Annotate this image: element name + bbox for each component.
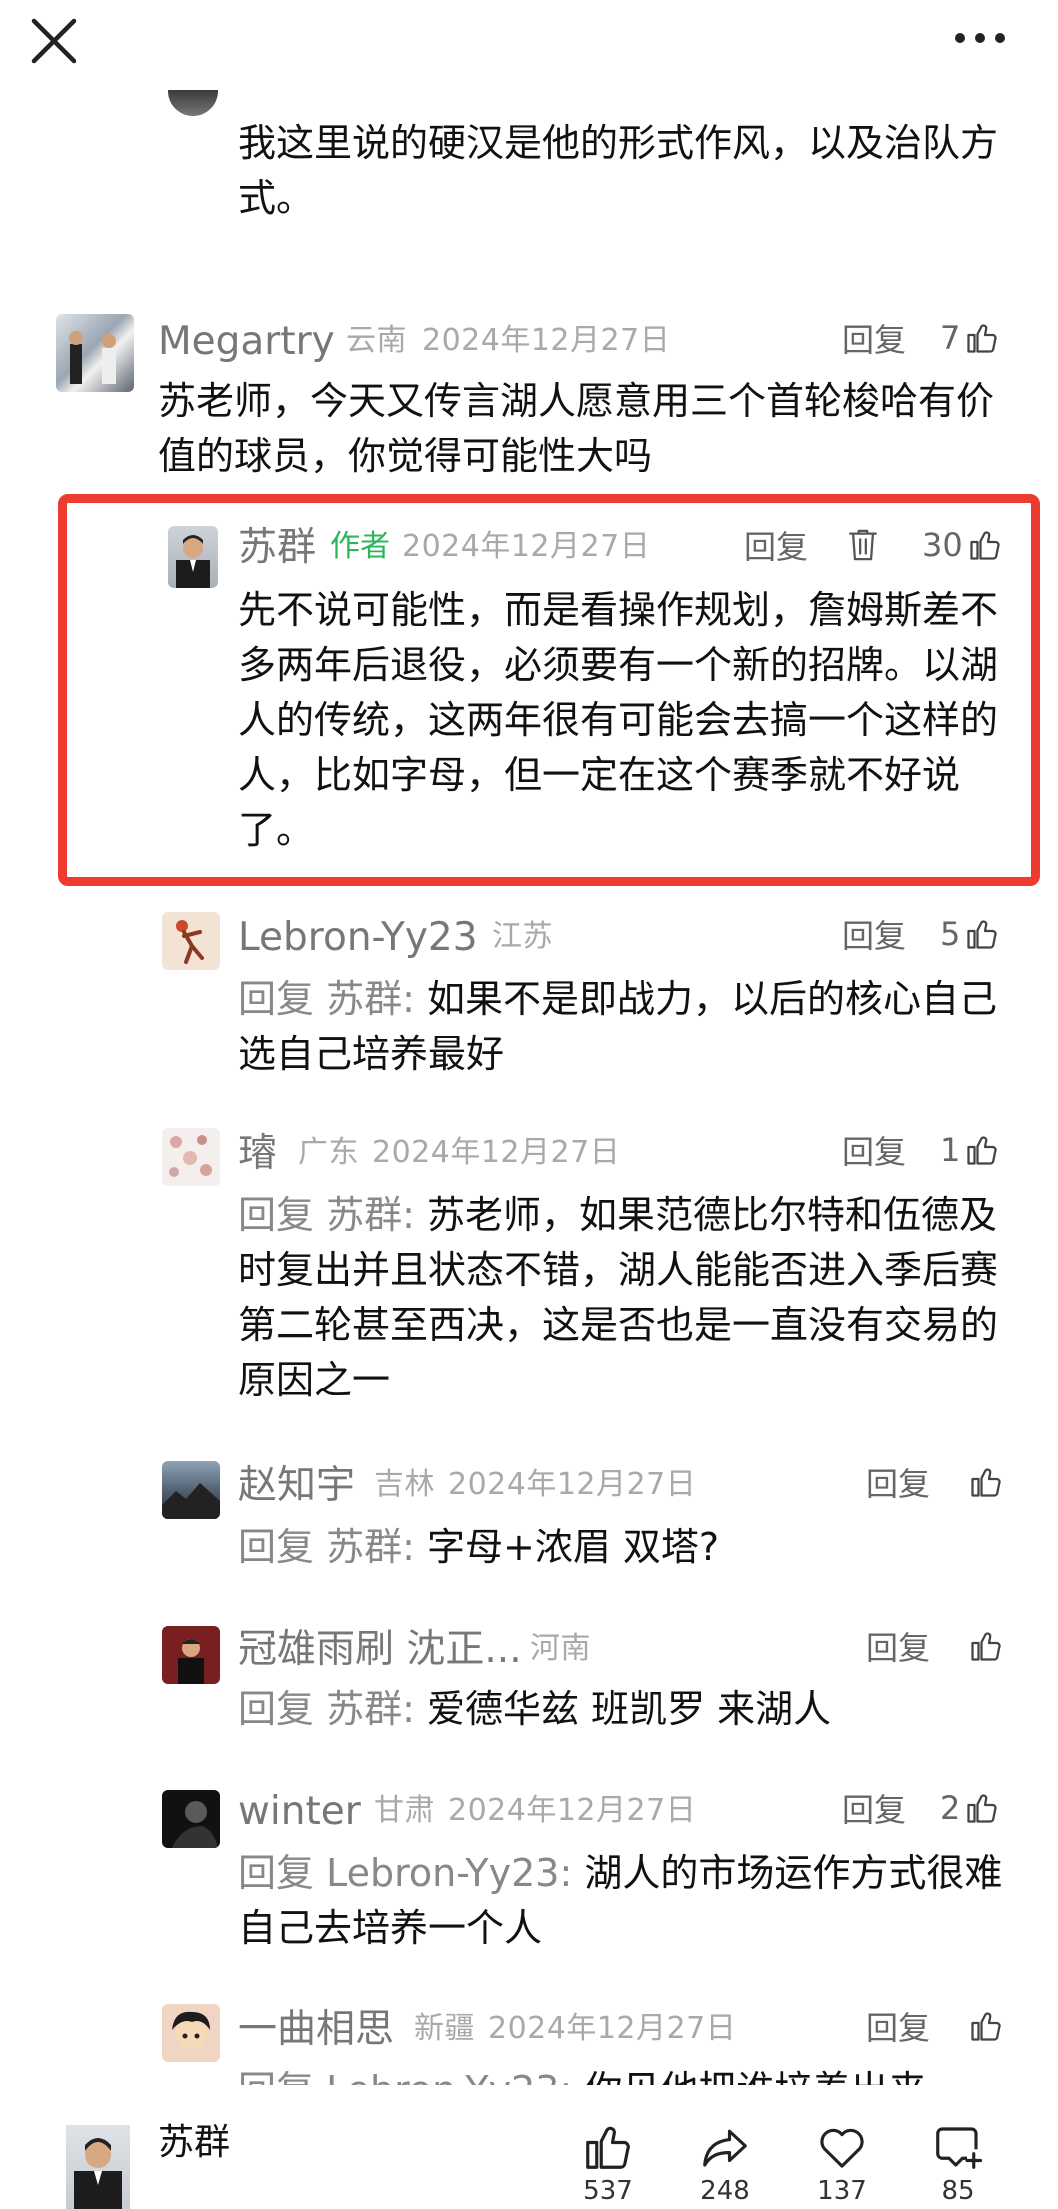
comment-date: 2024年12月27日 xyxy=(372,1135,621,1170)
comment-date: 2024年12月27日 xyxy=(448,1467,697,1502)
share-action[interactable]: 248 xyxy=(685,2120,765,2204)
like-count: 537 xyxy=(583,2176,633,2206)
comment-region: 甘肃 xyxy=(374,1793,435,1828)
comment-author[interactable]: winter xyxy=(238,1792,361,1831)
author-name[interactable]: 苏群 xyxy=(158,2125,230,2161)
like-count: 7 xyxy=(940,319,961,357)
like-button[interactable]: 5 xyxy=(940,914,1000,954)
reply-prefix: 回复 苏群: xyxy=(238,1193,415,1237)
comment-region: 广东 xyxy=(298,1135,359,1170)
comment-region: 河南 xyxy=(530,1631,591,1666)
reply-prefix: 回复 苏群: xyxy=(238,977,415,1021)
comment-author[interactable]: 璿 xyxy=(238,1134,277,1173)
reply-button[interactable]: 回复 xyxy=(842,1794,906,1826)
comment-text: 苏老师，今天又传言湖人愿意用三个首轮梭哈有价值的球员，你觉得可能性大吗 xyxy=(158,379,995,478)
comment-author[interactable]: 冠雄雨刷 沈正... xyxy=(238,1630,522,1669)
like-button[interactable]: 7 xyxy=(940,318,1000,358)
avatar[interactable] xyxy=(168,90,218,116)
avatar[interactable] xyxy=(162,1790,220,1848)
close-icon[interactable] xyxy=(28,15,80,67)
thumbs-up-icon xyxy=(586,2126,630,2169)
thumbs-up-icon xyxy=(967,1136,997,1165)
comment-author[interactable]: 苏群 xyxy=(238,528,316,567)
like-count: 1 xyxy=(940,1131,961,1169)
comment-text: 回复 苏群: 苏老师，如果范德比尔特和伍德及时复出并且状态不错，湖人能能否进入季… xyxy=(238,1188,1008,1408)
avatar[interactable] xyxy=(162,2004,220,2062)
like-count: 2 xyxy=(940,1789,961,1827)
like-button[interactable]: 2 xyxy=(940,1788,1000,1828)
avatar[interactable] xyxy=(162,1461,220,1519)
share-count: 248 xyxy=(700,2176,750,2206)
comment-date: 2024年12月27日 xyxy=(402,529,651,564)
bottom-action-bar: 苏群 537 248 137 85 xyxy=(0,2085,1058,2209)
comment-text: 回复 苏群: 如果不是即战力，以后的核心自己选自己培养最好 xyxy=(238,972,1008,1082)
like-button[interactable] xyxy=(964,1462,1004,1502)
reply-body: 爱德华兹 班凯罗 来湖人 xyxy=(426,1687,832,1731)
thumbs-up-icon xyxy=(967,1794,997,1823)
comment-region: 云南 xyxy=(346,323,407,358)
thumbs-up-icon xyxy=(967,920,997,949)
share-icon xyxy=(703,2129,747,2167)
comment-text: 先不说可能性，而是看操作规划，詹姆斯差不多两年后退役，必须要有一个新的招牌。以湖… xyxy=(238,588,999,852)
comment-action[interactable]: 85 xyxy=(918,2120,998,2204)
reply-button[interactable]: 回复 xyxy=(744,531,808,563)
comment-text: 回复 苏群: 字母+浓眉 双塔? xyxy=(238,1520,1008,1575)
comment-text: 我这里说的硬汉是他的形式作风，以及治队方式。 xyxy=(238,121,999,220)
thumbs-up-icon xyxy=(967,324,997,353)
comment-text: 回复 Lebron-Yy23: 湖人的市场运作方式很难自己去培养一个人 xyxy=(238,1846,1008,1956)
avatar[interactable] xyxy=(162,912,220,970)
like-count: 30 xyxy=(922,526,963,564)
reply-prefix: 回复 苏群: xyxy=(238,1687,415,1731)
avatar[interactable] xyxy=(168,526,218,588)
reply-body: 字母+浓眉 双塔? xyxy=(426,1525,720,1569)
like-count: 5 xyxy=(940,915,961,953)
more-dots-icon[interactable] xyxy=(950,20,1010,56)
comment-text: 回复 苏群: 爱德华兹 班凯罗 来湖人 xyxy=(238,1682,1008,1737)
thumbs-up-icon xyxy=(970,531,1000,560)
avatar[interactable] xyxy=(162,1626,220,1684)
comment-region: 吉林 xyxy=(374,1467,435,1502)
author-avatar[interactable] xyxy=(66,2125,130,2209)
like-button[interactable] xyxy=(964,2006,1004,2046)
comment-date: 2024年12月27日 xyxy=(488,2011,737,2046)
reply-button[interactable]: 回复 xyxy=(866,1632,930,1664)
comment-author[interactable]: 一曲相思 xyxy=(238,2010,394,2049)
author-badge: 作者 xyxy=(330,529,390,564)
trash-icon[interactable] xyxy=(846,526,880,568)
comment-date: 2024年12月27日 xyxy=(448,1793,697,1828)
reply-button[interactable]: 回复 xyxy=(866,2012,930,2044)
like-button[interactable]: 30 xyxy=(922,525,1003,565)
comment-date: 2024年12月27日 xyxy=(422,323,671,358)
reply-button[interactable]: 回复 xyxy=(866,1468,930,1500)
heart-icon xyxy=(820,2128,864,2168)
comment-author[interactable]: 赵知宇 xyxy=(238,1466,355,1505)
comment-add-icon xyxy=(936,2127,983,2169)
comment-region: 江苏 xyxy=(492,919,553,954)
reply-button[interactable]: 回复 xyxy=(842,324,906,356)
favorite-count: 137 xyxy=(817,2176,867,2206)
thumbs-up-icon xyxy=(971,2012,1001,2041)
top-bar xyxy=(0,0,1058,80)
reply-button[interactable]: 回复 xyxy=(842,1136,906,1168)
comment-region: 新疆 xyxy=(414,2011,475,2046)
like-button[interactable]: 1 xyxy=(940,1130,1000,1170)
reply-prefix: 回复 Lebron-Yy23: xyxy=(238,1851,573,1895)
thumbs-up-icon xyxy=(971,1468,1001,1497)
like-action[interactable]: 537 xyxy=(568,2120,648,2204)
avatar[interactable] xyxy=(56,314,134,392)
like-button[interactable] xyxy=(964,1626,1004,1666)
comment-count: 85 xyxy=(941,2176,975,2206)
comment-author[interactable]: Megartry xyxy=(158,322,335,361)
thumbs-up-icon xyxy=(971,1632,1001,1661)
comment-author[interactable]: Lebron-Yy23 xyxy=(238,918,478,957)
reply-prefix: 回复 苏群: xyxy=(238,1525,415,1569)
reply-button[interactable]: 回复 xyxy=(842,920,906,952)
favorite-action[interactable]: 137 xyxy=(802,2120,882,2204)
avatar[interactable] xyxy=(162,1128,220,1186)
